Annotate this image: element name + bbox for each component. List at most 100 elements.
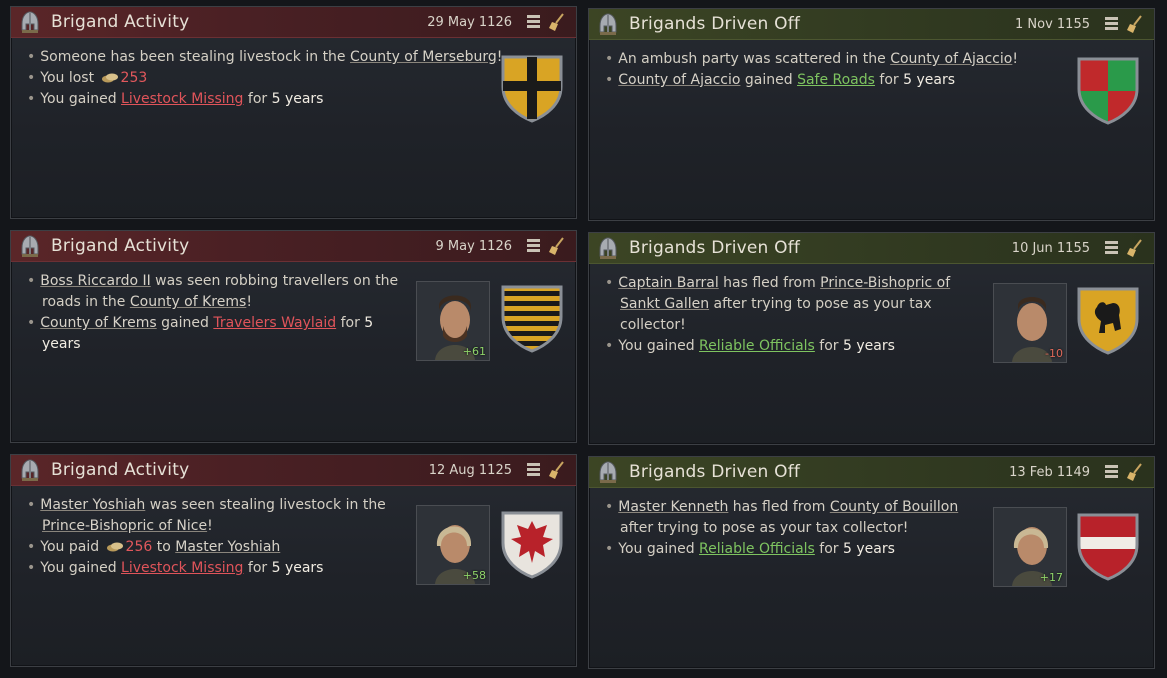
list-item: • You gained Livestock Missing for 5 year…: [27, 91, 324, 107]
realm-link[interactable]: Prince-Bishopric of Nice: [42, 518, 207, 534]
county-link[interactable]: County of Merseburg: [350, 49, 497, 65]
list-item-continued: Sankt Gallen after trying to pose as you…: [620, 296, 932, 312]
realm-link[interactable]: Prince-Bishopric of: [820, 275, 950, 291]
event-card-brigands-driven-off-3: Brigands Driven Off 13 Feb 1149 • Master …: [588, 456, 1155, 669]
helmet-icon: [597, 12, 619, 36]
modifier-link[interactable]: Reliable Officials: [699, 338, 815, 354]
modifier-link[interactable]: Reliable Officials: [699, 541, 815, 557]
menu-icon[interactable]: [1105, 465, 1118, 478]
card-date: 9 May 1126: [435, 238, 513, 254]
opinion-value: +58: [462, 569, 486, 582]
event-card-brigands-driven-off-2: Brigands Driven Off 10 Jun 1155 • Captain…: [588, 232, 1155, 445]
card-body: • An ambush party was scattered in the Co…: [605, 49, 1018, 91]
opinion-value: +61: [462, 345, 486, 358]
broom-icon[interactable]: [548, 460, 566, 480]
list-item: • County of Ajaccio gained Safe Roads for…: [605, 72, 955, 88]
helmet-icon: [19, 234, 41, 258]
menu-icon[interactable]: [527, 463, 540, 476]
card-date: 10 Jun 1155: [1011, 240, 1090, 256]
card-body: • Captain Barral has fled from Prince-Bis…: [605, 273, 965, 357]
list-item: • You lost 253: [27, 70, 148, 86]
opinion-value: +17: [1039, 571, 1063, 584]
menu-icon[interactable]: [527, 239, 540, 252]
broom-icon[interactable]: [548, 236, 566, 256]
helmet-icon: [19, 10, 41, 34]
list-item: • Boss Riccardo II was seen robbing trave…: [27, 273, 399, 289]
list-item-continued: collector!: [620, 317, 686, 333]
card-title: Brigands Driven Off: [629, 14, 801, 34]
card-body: • Master Yoshiah was seen stealing livest…: [27, 495, 387, 579]
modifier-link[interactable]: Travelers Waylaid: [213, 315, 336, 331]
character-link[interactable]: Master Yoshiah: [40, 497, 145, 513]
event-card-brigand-activity-2: Brigand Activity 9 May 1126 • Boss Riccar…: [10, 230, 577, 443]
county-link[interactable]: County of Ajaccio: [890, 51, 1012, 67]
coat-of-arms-shield[interactable]: [499, 53, 565, 123]
list-item: • Master Yoshiah was seen stealing livest…: [27, 497, 386, 513]
opinion-value: -10: [1045, 347, 1063, 360]
card-title: Brigand Activity: [51, 12, 190, 32]
list-item: • County of Krems gained Travelers Waylai…: [27, 315, 374, 331]
list-item-continued: after trying to pose as your tax collect…: [620, 520, 909, 536]
modifier-link[interactable]: Livestock Missing: [121, 560, 243, 576]
card-body: • Master Kenneth has fled from County of …: [605, 497, 965, 560]
list-item: • Captain Barral has fled from Prince-Bis…: [605, 275, 951, 291]
list-item: • You gained Reliable Officials for 5 yea…: [605, 541, 895, 557]
card-date: 29 May 1126: [427, 14, 512, 30]
event-card-brigand-activity-3: Brigand Activity 12 Aug 1125 • Master Yos…: [10, 454, 577, 667]
realm-link[interactable]: Sankt Gallen: [620, 296, 709, 312]
character-link[interactable]: Boss Riccardo II: [40, 273, 150, 289]
card-header: Brigands Driven Off 13 Feb 1149: [589, 457, 1154, 488]
character-link[interactable]: Master Yoshiah: [175, 539, 280, 555]
card-date: 1 Nov 1155: [1015, 16, 1090, 32]
list-item-continued: Prince-Bishopric of Nice!: [42, 518, 213, 534]
character-portrait[interactable]: +61: [416, 281, 490, 361]
county-link[interactable]: County of Bouillon: [830, 499, 958, 515]
character-portrait[interactable]: +17: [993, 507, 1067, 587]
county-link[interactable]: County of Krems: [40, 315, 156, 331]
gold-amount: 256: [125, 539, 153, 555]
gold-coins-icon: [102, 73, 118, 83]
county-link[interactable]: County of Krems: [130, 294, 246, 310]
character-portrait[interactable]: +58: [416, 505, 490, 585]
card-title: Brigand Activity: [51, 460, 190, 480]
coat-of-arms-shield[interactable]: [499, 509, 565, 579]
card-header: Brigands Driven Off 1 Nov 1155: [589, 9, 1154, 40]
coat-of-arms-shield[interactable]: [1075, 285, 1141, 355]
event-card-brigands-driven-off-1: Brigands Driven Off 1 Nov 1155 • An ambus…: [588, 8, 1155, 221]
list-item: • An ambush party was scattered in the Co…: [605, 51, 1018, 67]
list-item-continued: years: [42, 336, 81, 352]
list-item: • Someone has been stealing livestock in …: [27, 49, 503, 65]
broom-icon[interactable]: [548, 12, 566, 32]
modifier-link[interactable]: Safe Roads: [797, 72, 875, 88]
list-item: • Master Kenneth has fled from County of …: [605, 499, 959, 515]
card-date: 13 Feb 1149: [1009, 464, 1090, 480]
menu-icon[interactable]: [1105, 241, 1118, 254]
helmet-icon: [19, 458, 41, 482]
list-item-continued: roads in the County of Krems!: [42, 294, 252, 310]
modifier-link[interactable]: Livestock Missing: [121, 91, 243, 107]
card-body: • Boss Riccardo II was seen robbing trave…: [27, 271, 399, 355]
character-link[interactable]: Captain Barral: [618, 275, 718, 291]
broom-icon[interactable]: [1126, 462, 1144, 482]
gold-coins-icon: [107, 542, 123, 552]
character-portrait[interactable]: -10: [993, 283, 1067, 363]
helmet-icon: [597, 460, 619, 484]
card-header: Brigand Activity 12 Aug 1125: [11, 455, 576, 486]
gold-amount: 253: [120, 70, 148, 86]
card-body: • Someone has been stealing livestock in …: [27, 47, 502, 110]
list-item: • You gained Reliable Officials for 5 yea…: [605, 338, 895, 354]
broom-icon[interactable]: [1126, 238, 1144, 258]
menu-icon[interactable]: [527, 15, 540, 28]
card-date: 12 Aug 1125: [428, 462, 512, 478]
county-link[interactable]: County of Ajaccio: [618, 72, 740, 88]
menu-icon[interactable]: [1105, 17, 1118, 30]
helmet-icon: [597, 236, 619, 260]
character-link[interactable]: Master Kenneth: [618, 499, 728, 515]
coat-of-arms-shield[interactable]: [1075, 511, 1141, 581]
coat-of-arms-shield[interactable]: [1075, 55, 1141, 125]
card-header: Brigand Activity 29 May 1126: [11, 7, 576, 38]
list-item: • You gained Livestock Missing for 5 year…: [27, 560, 324, 576]
list-item: • You paid 256 to Master Yoshiah: [27, 539, 281, 555]
coat-of-arms-shield[interactable]: [499, 283, 565, 353]
broom-icon[interactable]: [1126, 14, 1144, 34]
